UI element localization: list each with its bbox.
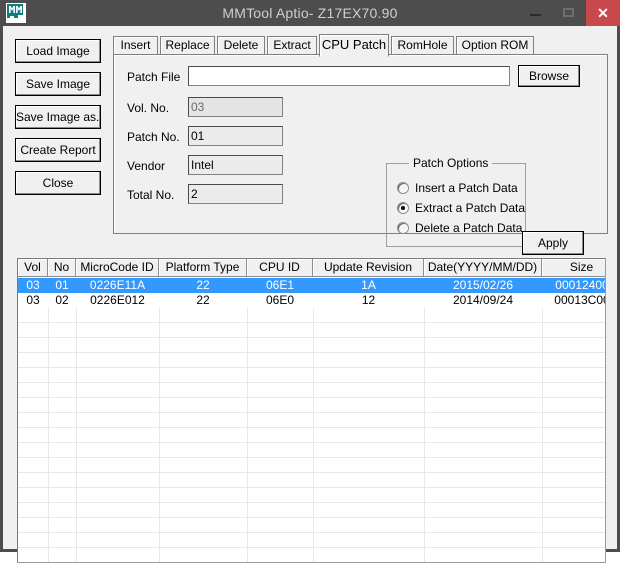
save-image-button[interactable]: Save Image — [15, 72, 101, 96]
grid-column-line — [48, 308, 49, 562]
tab-control: Insert Replace Delete Extract CPU Patch … — [113, 34, 608, 255]
tab-replace[interactable]: Replace — [160, 36, 215, 55]
cell-vol: 03 — [26, 278, 40, 292]
radio-extract-label: Extract a Patch Data — [415, 201, 526, 215]
cell-no: 01 — [55, 278, 69, 292]
tab-strip: Insert Replace Delete Extract CPU Patch … — [113, 34, 608, 57]
column-header-update-revision[interactable]: Update Revision — [313, 259, 424, 276]
column-header-vol[interactable]: Vol — [18, 259, 48, 276]
column-header-size[interactable]: Size — [542, 259, 605, 276]
minimize-button[interactable] — [518, 0, 552, 26]
application-window: MMTool Aptio- Z17EX70.90 ✕ Load Image Sa… — [0, 0, 620, 563]
close-button[interactable]: Close — [15, 171, 101, 195]
patch-options-group: Patch Options Insert a Patch Data Extrac… — [386, 156, 526, 247]
column-header-microcode-id[interactable]: MicroCode ID — [76, 259, 159, 276]
window-close-button[interactable]: ✕ — [586, 0, 620, 26]
cell-platform-type: 22 — [196, 293, 210, 307]
tab-romhole[interactable]: RomHole — [391, 36, 454, 55]
grid-column-line — [247, 308, 248, 562]
cell-microcode-id: 0226E012 — [90, 293, 145, 307]
browse-button[interactable]: Browse — [518, 65, 580, 87]
radio-delete-label: Delete a Patch Data — [415, 221, 523, 235]
column-header-no[interactable]: No — [48, 259, 76, 276]
tab-panel-cpu-patch: Patch File Browse Vol. No. 03 Patch No. … — [113, 54, 608, 255]
table-row-empty[interactable] — [18, 458, 605, 473]
table-row-empty[interactable] — [18, 533, 605, 548]
client-area: Load Image Save Image Save Image as.. Cr… — [3, 26, 617, 563]
grid-column-line — [424, 308, 425, 562]
cell-microcode-id: 0226E11A — [89, 278, 146, 292]
create-report-button[interactable]: Create Report — [15, 138, 101, 162]
save-image-as-button[interactable]: Save Image as.. — [15, 105, 101, 129]
table-row-empty[interactable] — [18, 353, 605, 368]
table-row[interactable]: 03 02 0226E012 22 06E0 12 2014/09/24 000… — [18, 293, 605, 308]
cell-platform-type: 22 — [196, 278, 210, 292]
table-row-empty[interactable] — [18, 428, 605, 443]
patch-no-label: Patch No. — [127, 130, 180, 144]
minimize-icon — [530, 14, 541, 16]
table-row-empty[interactable] — [18, 503, 605, 518]
maximize-icon — [563, 8, 574, 17]
radio-selected-icon — [397, 202, 409, 214]
vol-no-label: Vol. No. — [127, 101, 170, 115]
grid-column-line — [542, 308, 543, 562]
cell-size: 00013C00 — [554, 293, 606, 307]
radio-unselected-icon — [397, 182, 409, 194]
cell-cpu-id: 06E1 — [265, 278, 295, 292]
table-row-empty[interactable] — [18, 308, 605, 323]
titlebar: MMTool Aptio- Z17EX70.90 ✕ — [0, 0, 620, 26]
patch-file-label: Patch File — [127, 70, 181, 84]
tab-option-rom[interactable]: Option ROM — [456, 36, 534, 55]
column-header-date[interactable]: Date(YYYY/MM/DD) — [424, 259, 542, 276]
vendor-label: Vendor — [127, 159, 166, 173]
load-image-button[interactable]: Load Image — [15, 39, 101, 63]
cell-cpu-id: 06E0 — [265, 293, 295, 307]
table-row-empty[interactable] — [18, 398, 605, 413]
vol-no-input[interactable]: 03 — [188, 97, 283, 117]
close-icon: ✕ — [597, 5, 609, 21]
table-header-row: Vol No MicroCode ID Platform Type CPU ID… — [18, 259, 605, 277]
column-header-cpu-id[interactable]: CPU ID — [247, 259, 313, 276]
total-no-input[interactable]: 2 — [188, 184, 283, 204]
patch-file-input[interactable] — [188, 66, 510, 86]
vendor-input[interactable]: Intel — [188, 155, 283, 175]
grid-column-line — [159, 308, 160, 562]
patch-no-input[interactable]: 01 — [188, 126, 283, 146]
cell-size: 00012400 — [555, 278, 606, 292]
cell-update-revision: 1A — [361, 278, 376, 292]
tab-insert[interactable]: Insert — [113, 36, 158, 55]
table-row-empty[interactable] — [18, 488, 605, 503]
grid-column-line — [313, 308, 314, 562]
table-row-empty[interactable] — [18, 338, 605, 353]
grid-column-line — [76, 308, 77, 562]
cell-date: 2014/09/24 — [452, 293, 514, 307]
table-row-empty[interactable] — [18, 443, 605, 458]
radio-unselected-icon — [397, 222, 409, 234]
microcode-table[interactable]: Vol No MicroCode ID Platform Type CPU ID… — [17, 258, 606, 563]
cell-date: 2015/02/26 — [452, 278, 514, 292]
table-row-empty[interactable] — [18, 368, 605, 383]
apply-button[interactable]: Apply — [522, 231, 584, 255]
total-no-label: Total No. — [127, 188, 175, 202]
table-row-empty[interactable] — [18, 548, 605, 562]
table-row-empty[interactable] — [18, 413, 605, 428]
patch-options-title: Patch Options — [409, 156, 493, 170]
cell-update-revision: 12 — [361, 293, 376, 307]
column-header-platform-type[interactable]: Platform Type — [159, 259, 247, 276]
table-row-empty[interactable] — [18, 383, 605, 398]
table-row[interactable]: 03 01 0226E11A 22 06E1 1A 2015/02/26 000… — [18, 278, 605, 293]
table-row-empty[interactable] — [18, 323, 605, 338]
tab-delete[interactable]: Delete — [217, 36, 265, 55]
tab-extract[interactable]: Extract — [267, 36, 317, 55]
table-row-empty[interactable] — [18, 473, 605, 488]
maximize-button[interactable] — [552, 0, 586, 26]
table-row-empty[interactable] — [18, 518, 605, 533]
cell-vol: 03 — [26, 293, 40, 307]
cell-no: 02 — [55, 293, 69, 307]
radio-insert-label: Insert a Patch Data — [415, 181, 518, 195]
tab-cpu-patch[interactable]: CPU Patch — [319, 34, 389, 57]
